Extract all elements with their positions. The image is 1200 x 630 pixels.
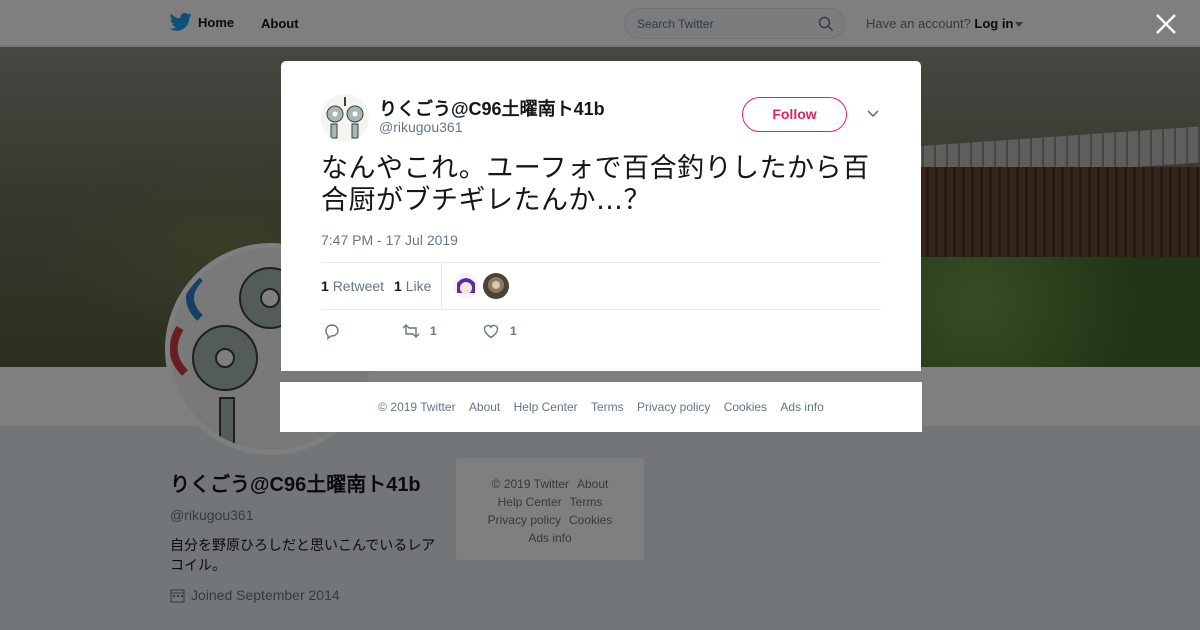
tweet-modal: りくごう@C96土曜南ト41b @rikugou361 Follow なんやこれ… <box>281 61 921 371</box>
retweet-stat[interactable]: 1 Retweet <box>321 278 384 294</box>
footer-about[interactable]: About <box>469 400 500 414</box>
footer-ads[interactable]: Ads info <box>780 400 823 414</box>
tweet-text: なんやこれ。ユーフォで百合釣りしたから百合厨がブチギレたんか…？ <box>321 153 870 216</box>
retweet-action[interactable]: 1 <box>402 322 437 340</box>
footer-copyright: © 2019 Twitter <box>378 400 456 414</box>
liker-avatar-illustration <box>453 273 479 299</box>
tweet-actions: 1 1 <box>321 319 881 343</box>
modal-footer: © 2019 Twitter About Help Center Terms P… <box>280 382 922 432</box>
tweet-stats: 1 Retweet 1 Like <box>321 262 881 310</box>
retweet-label: Retweet <box>332 278 385 294</box>
tweet-author-handle[interactable]: @rikugou361 <box>379 119 463 135</box>
like-action[interactable]: 1 <box>482 322 517 340</box>
footer-cookies[interactable]: Cookies <box>724 400 767 414</box>
like-count: 1 <box>394 278 402 294</box>
retweet-icon[interactable] <box>402 322 420 340</box>
tweet-author-avatar[interactable] <box>321 94 369 142</box>
retweet-count: 1 <box>321 278 329 294</box>
heart-icon[interactable] <box>482 322 500 340</box>
footer-privacy[interactable]: Privacy policy <box>637 400 710 414</box>
stats-divider <box>441 263 442 310</box>
reply-icon[interactable] <box>323 322 341 340</box>
tweet-timestamp[interactable]: 7:47 PM - 17 Jul 2019 <box>321 232 458 248</box>
tweet-author-name[interactable]: りくごう@C96土曜南ト41b <box>379 95 605 121</box>
liker-avatar[interactable] <box>453 273 479 299</box>
like-stat[interactable]: 1 Like <box>394 278 431 294</box>
follow-button[interactable]: Follow <box>742 97 847 132</box>
reply-action[interactable] <box>323 322 341 340</box>
liker-avatar-illustration <box>483 273 509 299</box>
liker-avatar[interactable] <box>483 273 509 299</box>
footer-help[interactable]: Help Center <box>514 400 578 414</box>
like-label: Like <box>405 278 432 294</box>
chevron-down-icon[interactable] <box>866 109 880 119</box>
tweet-avatar-illustration <box>326 97 364 139</box>
like-action-count: 1 <box>510 324 517 338</box>
footer-terms[interactable]: Terms <box>591 400 624 414</box>
retweet-action-count: 1 <box>430 324 437 338</box>
close-icon[interactable] <box>1154 12 1178 36</box>
